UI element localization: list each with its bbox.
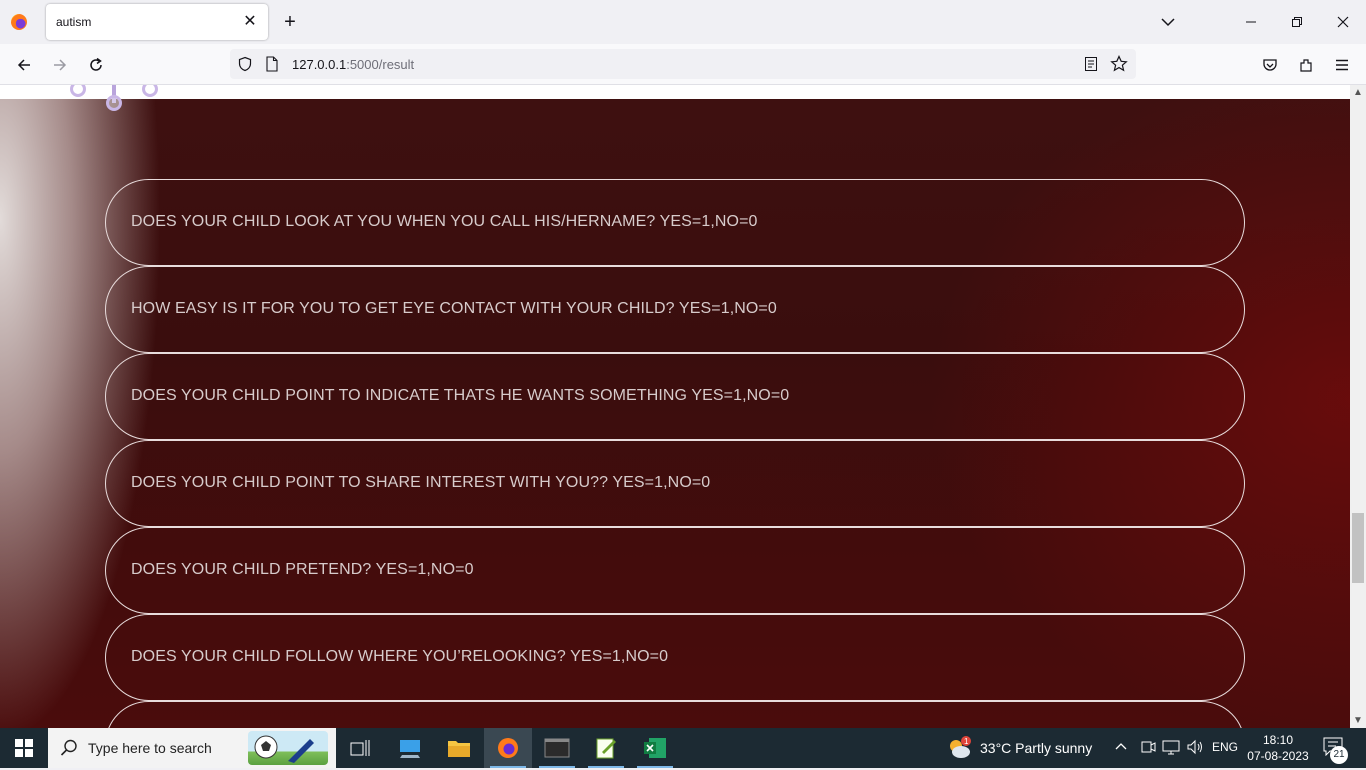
question-label: DOES YOUR CHILD LOOK AT YOU WHEN YOU CAL… bbox=[131, 213, 758, 230]
shield-icon[interactable] bbox=[236, 55, 254, 73]
notification-count-badge: 21 bbox=[1330, 746, 1348, 764]
question-field[interactable]: DOES YOUR CHILD FOLLOW WHERE YOU’RELOOKI… bbox=[105, 614, 1245, 701]
dot-icon bbox=[106, 95, 122, 111]
weather-icon[interactable]: 1 bbox=[946, 736, 971, 760]
question-label: DOES YOUR CHILD FOLLOW WHERE YOU’RELOOKI… bbox=[131, 648, 669, 665]
scroll-down-icon[interactable]: ▼ bbox=[1353, 715, 1363, 726]
reader-view-icon[interactable] bbox=[1082, 55, 1100, 73]
question-label: DOES YOUR CHILD POINT TO INDICATE THATS … bbox=[131, 387, 790, 404]
url-bar[interactable]: 127.0.0.1:5000/result bbox=[230, 49, 1136, 79]
clock-time: 18:10 bbox=[1262, 733, 1294, 747]
scroll-up-icon[interactable]: ▲ bbox=[1353, 87, 1363, 98]
start-button[interactable] bbox=[0, 728, 48, 768]
tab-bar: autism ✕ + bbox=[0, 0, 1366, 44]
extensions-icon[interactable] bbox=[1293, 52, 1319, 78]
network-icon[interactable] bbox=[1162, 738, 1180, 759]
firefox-taskbar-icon[interactable] bbox=[484, 728, 532, 768]
scrollbar-thumb[interactable] bbox=[1352, 513, 1364, 583]
notepad-plus-plus-icon[interactable] bbox=[582, 728, 630, 768]
new-tab-button[interactable]: + bbox=[279, 11, 301, 33]
navigation-bar: 127.0.0.1:5000/result bbox=[0, 44, 1366, 85]
search-highlight-image[interactable] bbox=[248, 731, 328, 765]
file-explorer-icon[interactable] bbox=[435, 728, 483, 768]
tab-autism[interactable]: autism ✕ bbox=[46, 4, 268, 40]
task-view-icon[interactable] bbox=[336, 728, 384, 768]
reload-button[interactable] bbox=[83, 52, 109, 78]
question-label: HOW EASY IS IT FOR YOU TO GET EYE CONTAC… bbox=[131, 300, 777, 317]
computer-app-icon[interactable] bbox=[386, 728, 434, 768]
search-placeholder: Type here to search bbox=[88, 740, 212, 756]
page-scrollbar[interactable]: ▲ ▼ bbox=[1350, 85, 1366, 728]
tab-title: autism bbox=[56, 15, 92, 29]
url-path: :5000/result bbox=[346, 57, 415, 72]
weather-badge: 1 bbox=[964, 737, 969, 746]
restore-button[interactable] bbox=[1282, 8, 1312, 36]
page-icon[interactable] bbox=[263, 55, 281, 73]
back-button[interactable] bbox=[11, 52, 37, 78]
question-field[interactable]: DOES YOUR CHILD LOOK AT YOU WHEN YOU CAL… bbox=[105, 179, 1245, 266]
volume-icon[interactable] bbox=[1186, 738, 1204, 759]
question-field[interactable]: DOES YOUR CHILD POINT TO INDICATE THATS … bbox=[105, 353, 1245, 440]
meet-now-icon[interactable] bbox=[1140, 738, 1156, 759]
soccer-ball-icon bbox=[254, 735, 314, 763]
forward-button[interactable] bbox=[47, 52, 73, 78]
excel-icon[interactable] bbox=[631, 728, 679, 768]
close-tab-icon[interactable]: ✕ bbox=[240, 12, 260, 32]
bookmark-star-icon[interactable] bbox=[1110, 55, 1128, 73]
close-window-button[interactable] bbox=[1328, 8, 1358, 36]
question-label: DOES YOUR CHILD POINT TO SHARE INTEREST … bbox=[131, 474, 711, 491]
question-field[interactable]: DOES YOUR CHILD PRETEND? YES=1,NO=0 bbox=[105, 527, 1245, 614]
question-label: DOES YOUR CHILD PRETEND? YES=1,NO=0 bbox=[131, 561, 474, 578]
minimize-button[interactable] bbox=[1236, 8, 1266, 36]
weather-text[interactable]: 33°C Partly sunny bbox=[980, 740, 1092, 756]
question-field[interactable] bbox=[105, 701, 1245, 728]
show-hidden-icons-icon[interactable] bbox=[1114, 736, 1128, 759]
question-field[interactable]: DOES YOUR CHILD POINT TO SHARE INTEREST … bbox=[105, 440, 1245, 527]
question-field[interactable]: HOW EASY IS IT FOR YOU TO GET EYE CONTAC… bbox=[105, 266, 1245, 353]
header-strip bbox=[0, 85, 1350, 99]
clock-date: 07-08-2023 bbox=[1247, 749, 1309, 763]
url-text[interactable]: 127.0.0.1:5000/result bbox=[292, 57, 414, 72]
firefox-logo-icon[interactable] bbox=[11, 14, 27, 30]
pocket-icon[interactable] bbox=[1257, 52, 1283, 78]
taskbar: Type here to search 1 33°C Partly sunny bbox=[0, 728, 1366, 768]
terminal-icon[interactable] bbox=[533, 728, 581, 768]
language-indicator[interactable]: ENG bbox=[1212, 740, 1238, 754]
list-all-tabs-button[interactable] bbox=[1157, 11, 1179, 33]
clock[interactable]: 18:10 07-08-2023 bbox=[1242, 732, 1314, 764]
url-host: 127.0.0.1 bbox=[292, 57, 347, 72]
page-content: DOES YOUR CHILD LOOK AT YOU WHEN YOU CAL… bbox=[0, 85, 1350, 728]
search-icon bbox=[60, 739, 77, 756]
taskbar-search[interactable]: Type here to search bbox=[48, 728, 336, 768]
menu-icon[interactable] bbox=[1329, 52, 1355, 78]
